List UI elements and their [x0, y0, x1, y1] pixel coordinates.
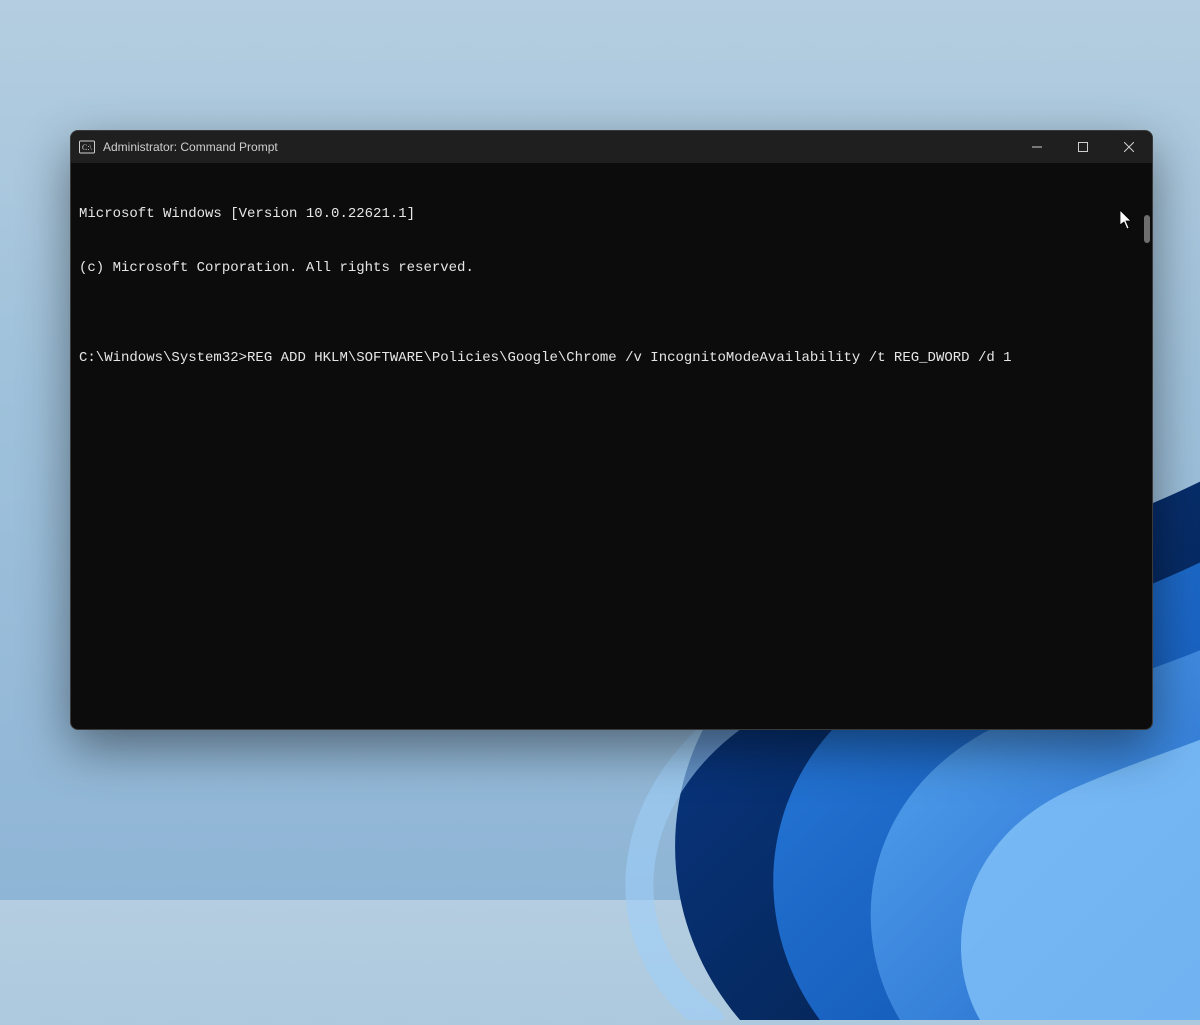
minimize-button[interactable]: [1014, 131, 1060, 163]
scrollbar-thumb[interactable]: [1144, 215, 1150, 243]
close-button[interactable]: [1106, 131, 1152, 163]
command-prompt-window[interactable]: C:\ Administrator: Command Prompt Micros…: [70, 130, 1153, 730]
terminal-output-area[interactable]: Microsoft Windows [Version 10.0.22621.1]…: [71, 163, 1152, 729]
maximize-button[interactable]: [1060, 131, 1106, 163]
command-prompt-icon: C:\: [79, 139, 95, 155]
prompt-line: C:\Windows\System32>REG ADD HKLM\SOFTWAR…: [79, 349, 1144, 367]
version-line: Microsoft Windows [Version 10.0.22621.1]: [79, 205, 1144, 223]
titlebar[interactable]: C:\ Administrator: Command Prompt: [71, 131, 1152, 163]
entered-command: REG ADD HKLM\SOFTWARE\Policies\Google\Ch…: [247, 350, 1012, 366]
window-title: Administrator: Command Prompt: [103, 140, 278, 154]
prompt-path: C:\Windows\System32>: [79, 350, 247, 366]
copyright-line: (c) Microsoft Corporation. All rights re…: [79, 259, 1144, 277]
svg-text:C:\: C:\: [82, 143, 93, 152]
